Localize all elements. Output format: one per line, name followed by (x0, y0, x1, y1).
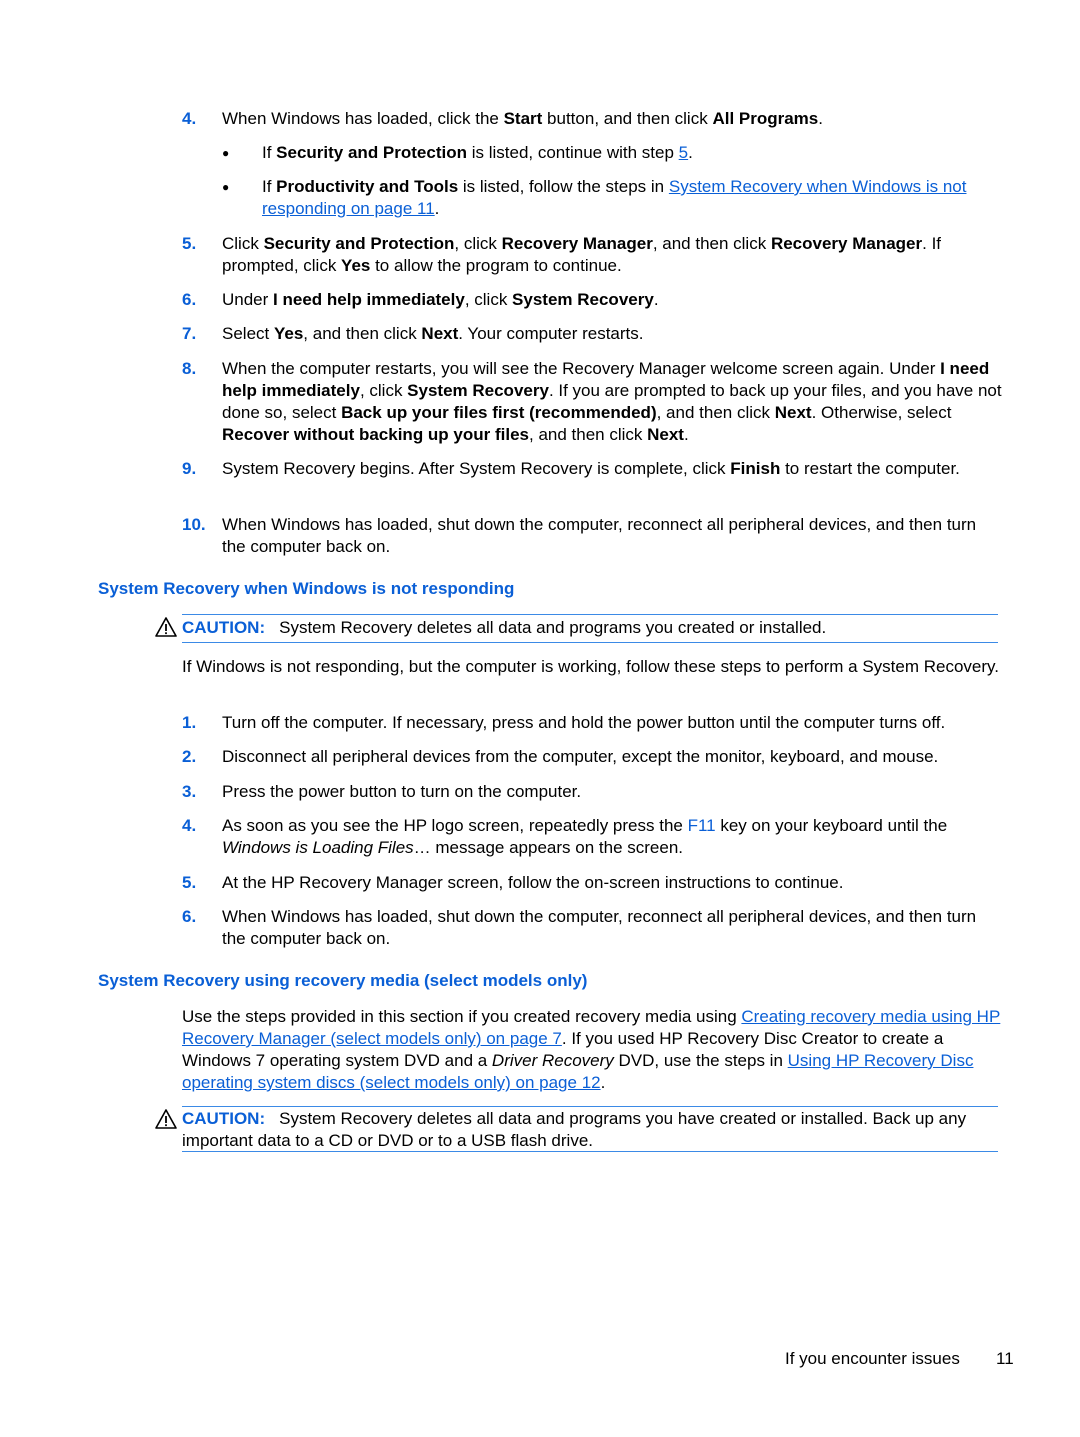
step-number: 8. (182, 359, 197, 378)
warning-triangle-icon (155, 617, 177, 637)
caution-label: CAUTION: (182, 1109, 266, 1128)
step-text: Select Yes, and then click Next. Your co… (222, 324, 644, 343)
step-number: 5. (182, 873, 197, 892)
page-number: 11 (996, 1349, 1014, 1368)
step-number: 6. (182, 907, 197, 926)
step-number: 1. (182, 713, 197, 732)
step-text: When Windows has loaded, shut down the c… (222, 515, 977, 556)
step-text: Press the power button to turn on the co… (222, 782, 582, 801)
step-number: 6. (182, 290, 197, 309)
document-page: 4. When Windows has loaded, click the St… (98, 109, 1014, 1368)
bullet-icon: ● (222, 146, 230, 160)
intro-paragraph: If Windows is not responding, but the co… (182, 657, 999, 676)
step-text: Click Security and Protection, click Rec… (222, 234, 942, 275)
step-text: When Windows has loaded, click the Start… (222, 109, 823, 128)
f11-key: F11 (687, 816, 716, 835)
bullet-icon: ● (222, 180, 230, 194)
caution-box: CAUTION: System Recovery deletes all data… (182, 1106, 998, 1152)
step-number: 3. (182, 782, 197, 801)
footer-section-title: If you encounter issues (785, 1349, 960, 1368)
section-heading-not-responding: System Recovery when Windows is not resp… (98, 579, 515, 598)
step-text: Turn off the computer. If necessary, pre… (222, 713, 946, 732)
caution-label: CAUTION: (182, 618, 266, 637)
step-text: When Windows has loaded, shut down the c… (222, 907, 977, 948)
step-text: At the HP Recovery Manager screen, follo… (222, 873, 844, 892)
caution-text: System Recovery deletes all data and pro… (182, 1109, 967, 1150)
step-text: System Recovery begins. After System Rec… (222, 459, 960, 478)
caution-box: CAUTION: System Recovery deletes all data… (182, 614, 998, 643)
step-5-link[interactable]: 5 (679, 143, 688, 162)
section-heading-recovery-media: System Recovery using recovery media (se… (98, 971, 588, 990)
step-text: As soon as you see the HP logo screen, r… (222, 816, 948, 857)
step-number: 4. (182, 816, 197, 835)
step-text: When the computer restarts, you will see… (222, 359, 1002, 444)
warning-triangle-icon (155, 1109, 177, 1129)
step-number: 7. (182, 324, 197, 343)
step-text: Disconnect all peripheral devices from t… (222, 747, 939, 766)
step-number: 4. (182, 109, 197, 128)
step-number: 2. (182, 747, 197, 766)
step-number: 9. (182, 459, 197, 478)
step-number: 5. (182, 234, 197, 253)
step-number: 10. (182, 515, 206, 534)
caution-text: System Recovery deletes all data and pro… (279, 618, 827, 637)
step-text: Under I need help immediately, click Sys… (222, 290, 659, 309)
intro-paragraph: Use the steps provided in this section i… (182, 1007, 1001, 1092)
